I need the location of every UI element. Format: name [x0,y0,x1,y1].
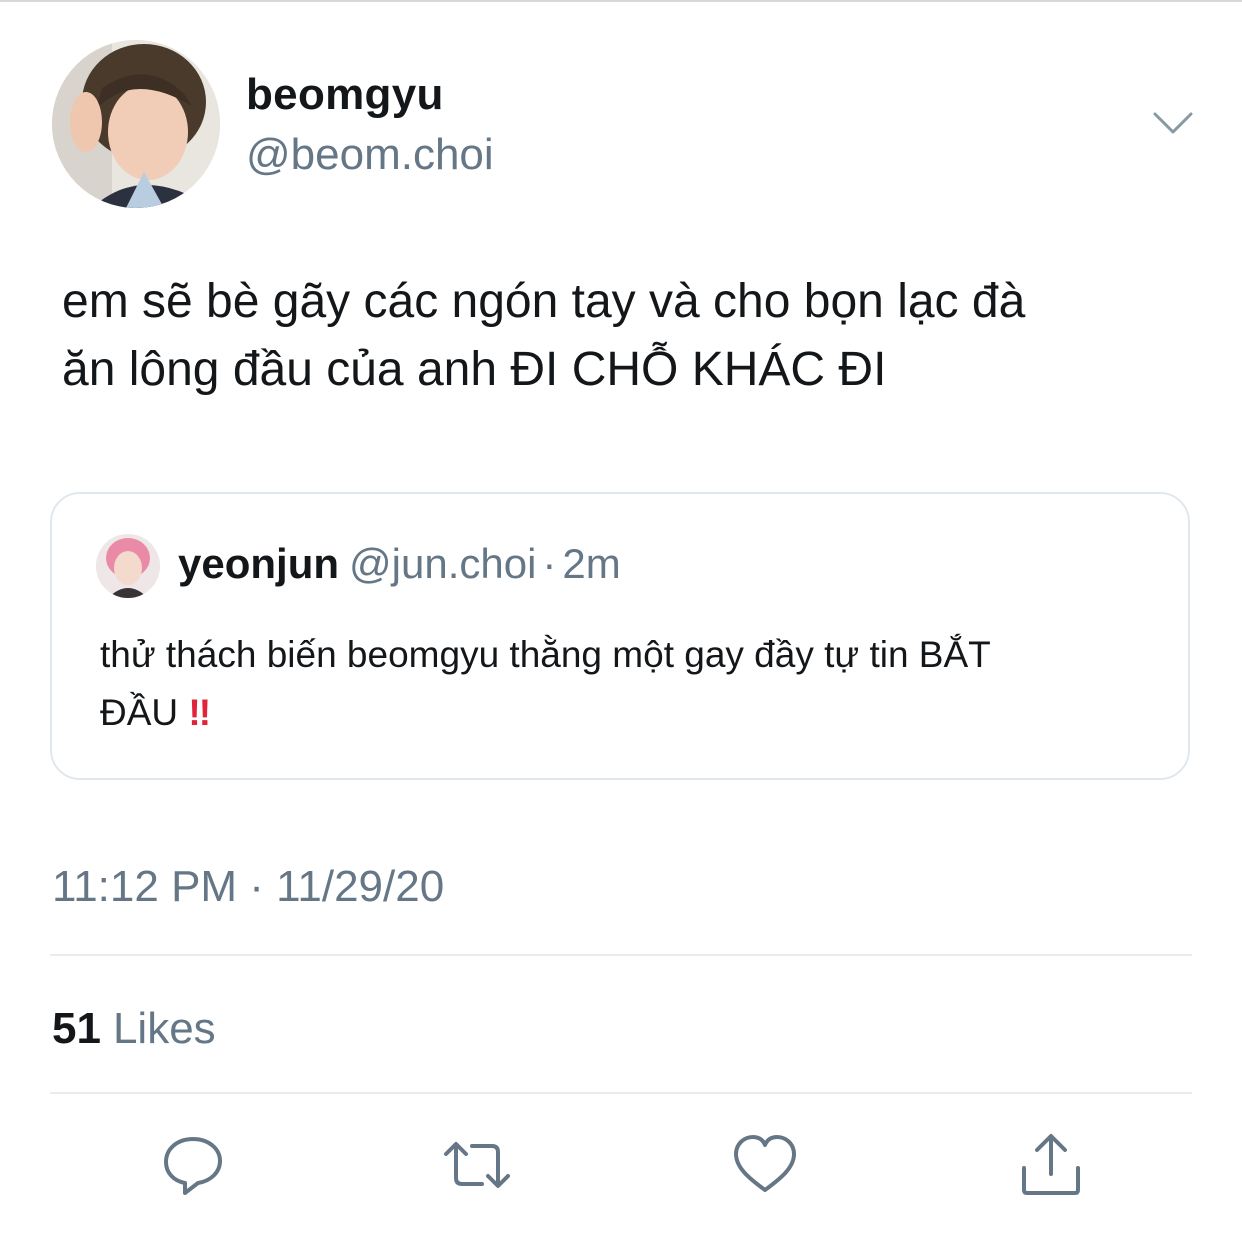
divider [50,954,1192,956]
retweet-icon[interactable] [442,1130,512,1200]
tweet-text-line: ăn lông đầu của anh ĐI CHỖ KHÁC ĐI [62,343,887,396]
share-icon[interactable] [1016,1130,1086,1200]
quoted-header: yeonjun @jun.choi · 2m [178,540,621,588]
divider [50,1092,1192,1094]
top-divider [0,0,1242,2]
reply-icon[interactable] [158,1130,228,1200]
author-display-name[interactable]: beomgyu [246,70,444,120]
quoted-text: thử thách biến beomgyu thằng một gay đầy… [100,626,1160,742]
author-avatar[interactable] [52,40,220,208]
quoted-time: 2m [562,540,621,587]
quoted-text-line2: ĐẦU !! [100,684,1160,742]
likes-stat[interactable]: 51 Likes [52,1004,216,1054]
tweet-timestamp: 11:12 PM · 11/29/20 [52,862,445,911]
tweet-text: em sẽ bè gãy các ngón tay và cho bọn lạc… [62,268,1212,404]
double-exclamation-emoji: !! [188,692,211,733]
quoted-text-word: ĐẦU [100,692,179,733]
quoted-separator: · [542,540,557,587]
tweet-text-line: em sẽ bè gãy các ngón tay và cho bọn lạc… [62,275,1026,328]
quoted-text-line: thử thách biến beomgyu thằng một gay đầy… [100,634,991,675]
author-handle[interactable]: @beom.choi [246,130,494,180]
quoted-tweet-card[interactable]: yeonjun @jun.choi · 2m thử thách biến beomg… [50,492,1190,780]
likes-count: 51 [52,1004,101,1053]
quoted-display-name[interactable]: yeonjun [178,540,339,587]
likes-label: Likes [112,1004,216,1053]
quoted-handle[interactable]: @jun.choi [349,540,536,587]
heart-icon[interactable] [730,1130,800,1200]
chevron-down-icon[interactable] [1152,108,1194,138]
quoted-author-avatar [96,534,160,598]
